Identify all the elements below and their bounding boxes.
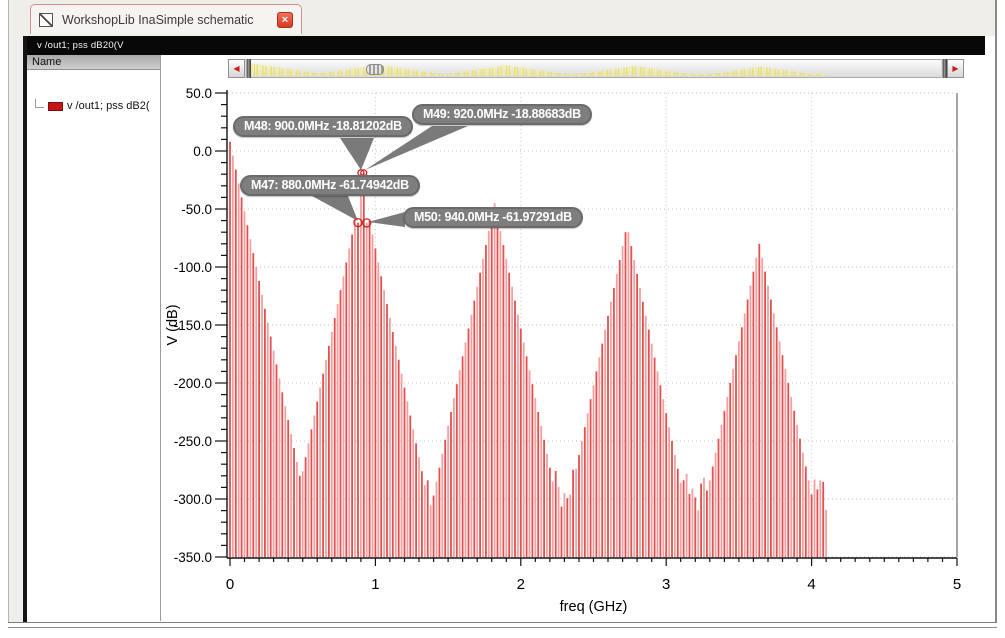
marker-callout-m49[interactable]: M49: 920.0MHz -18.88683dB <box>412 104 592 125</box>
legend-item-out1[interactable]: v /out1; pss dB2( <box>35 99 159 113</box>
horizontal-zoom-scrollbar[interactable]: ◀ ▶ <box>228 59 964 78</box>
close-icon: × <box>281 13 289 26</box>
name-header-label: Name <box>32 56 62 68</box>
tab-workshoplib-schematic[interactable]: WorkshopLib InaSimple schematic × <box>30 4 302 34</box>
scrollbar-spectrum-preview <box>251 63 827 77</box>
plot-title-text: v /out1; pss dB20(V <box>37 40 124 51</box>
scroll-left-button[interactable]: ◀ <box>228 59 245 78</box>
legend-label: v /out1; pss dB2( <box>67 100 150 112</box>
bottom-scroll-groove[interactable] <box>8 622 997 628</box>
marker-callout-m47[interactable]: M47: 880.0MHz -61.74942dB <box>240 175 420 196</box>
scroll-right-button[interactable]: ▶ <box>947 59 964 78</box>
schematic-icon <box>39 12 53 27</box>
scrollbar-track[interactable] <box>251 59 941 78</box>
legend-swatch <box>48 101 63 111</box>
scrollbar-grip[interactable] <box>366 64 384 75</box>
marker-callout-m48[interactable]: M48: 900.0MHz -18.81202dB <box>233 116 413 137</box>
tree-branch-icon <box>35 99 44 108</box>
name-column-header: Name <box>27 55 160 70</box>
tab-close-button[interactable]: × <box>277 11 293 28</box>
plot-title-bar: v /out1; pss dB20(V <box>27 36 985 55</box>
right-arrow-icon: ▶ <box>952 64 959 73</box>
plot-panel[interactable] <box>161 55 999 621</box>
window-right-border <box>995 0 997 626</box>
left-arrow-icon: ◀ <box>233 64 240 73</box>
waveform-window: WorkshopLib InaSimple schematic × v /out… <box>0 0 1005 638</box>
signal-name-panel: Name v /out1; pss dB2( <box>27 55 161 621</box>
marker-callout-m50[interactable]: M50: 940.0MHz -61.97291dB <box>403 207 583 228</box>
tab-title: WorkshopLib InaSimple schematic <box>62 12 254 27</box>
